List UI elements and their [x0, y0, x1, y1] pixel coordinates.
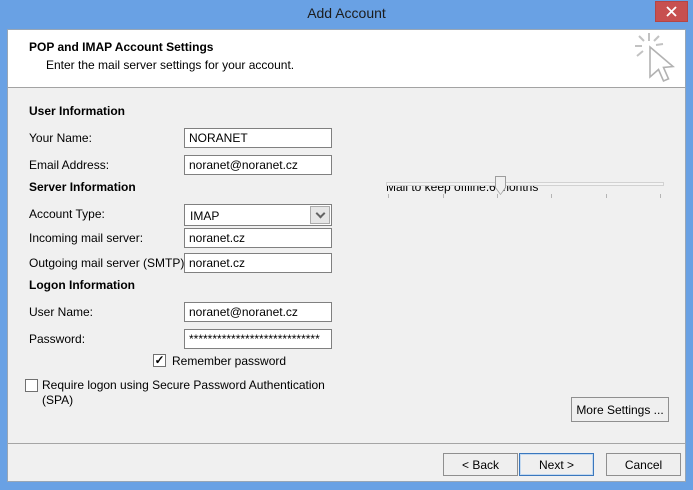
spa-label[interactable]: Require logon using Secure Password Auth…	[42, 378, 342, 408]
section-user-information: User Information	[29, 104, 125, 118]
add-account-dialog: Add Account POP and IMAP Account Setting…	[0, 0, 693, 490]
check-icon: ✓	[154, 353, 164, 367]
header-band: POP and IMAP Account Settings Enter the …	[8, 30, 685, 88]
page-subtitle: Enter the mail server settings for your …	[46, 58, 294, 72]
section-server-information: Server Information	[29, 180, 136, 194]
account-type-dropdown-button[interactable]	[310, 206, 330, 224]
slider-tick-marks	[386, 194, 664, 199]
titlebar[interactable]: Add Account	[0, 0, 693, 29]
email-address-label: Email Address:	[29, 158, 109, 172]
slider-tick	[606, 194, 607, 198]
next-button[interactable]: Next >	[519, 453, 594, 476]
chevron-down-icon	[315, 208, 325, 218]
incoming-server-label: Incoming mail server:	[29, 231, 143, 245]
password-input[interactable]	[184, 329, 332, 349]
your-name-input[interactable]	[184, 128, 332, 148]
close-button[interactable]	[655, 1, 688, 22]
slider-tick	[660, 194, 661, 198]
your-name-label: Your Name:	[29, 131, 92, 145]
remember-password-label[interactable]: Remember password	[172, 354, 286, 368]
account-type-value: IMAP	[190, 209, 219, 223]
footer-divider	[8, 443, 685, 444]
password-label: Password:	[29, 332, 85, 346]
slider-tick	[551, 194, 552, 198]
email-address-input[interactable]	[184, 155, 332, 175]
more-settings-button[interactable]: More Settings ...	[571, 397, 669, 422]
remember-password-checkbox[interactable]: ✓	[153, 354, 166, 367]
outgoing-server-label: Outgoing mail server (SMTP):	[29, 256, 188, 270]
incoming-server-input[interactable]	[184, 228, 332, 248]
account-type-select[interactable]: IMAP	[184, 204, 332, 226]
page-title: POP and IMAP Account Settings	[29, 40, 213, 54]
user-name-input[interactable]	[184, 302, 332, 322]
slider-tick	[443, 194, 444, 198]
slider-tick	[497, 194, 498, 198]
spa-checkbox[interactable]	[25, 379, 38, 392]
dialog-content: POP and IMAP Account Settings Enter the …	[7, 29, 686, 482]
account-type-label: Account Type:	[29, 207, 105, 221]
slider-tick	[388, 194, 389, 198]
section-logon-information: Logon Information	[29, 278, 135, 292]
mail-offline-slider-track[interactable]	[386, 182, 664, 186]
close-icon	[666, 6, 677, 17]
outgoing-server-input[interactable]	[184, 253, 332, 273]
cancel-button[interactable]: Cancel	[606, 453, 681, 476]
window-title: Add Account	[0, 5, 693, 21]
cursor-sparkle-icon	[633, 31, 679, 87]
user-name-label: User Name:	[29, 305, 93, 319]
back-button[interactable]: < Back	[443, 453, 518, 476]
